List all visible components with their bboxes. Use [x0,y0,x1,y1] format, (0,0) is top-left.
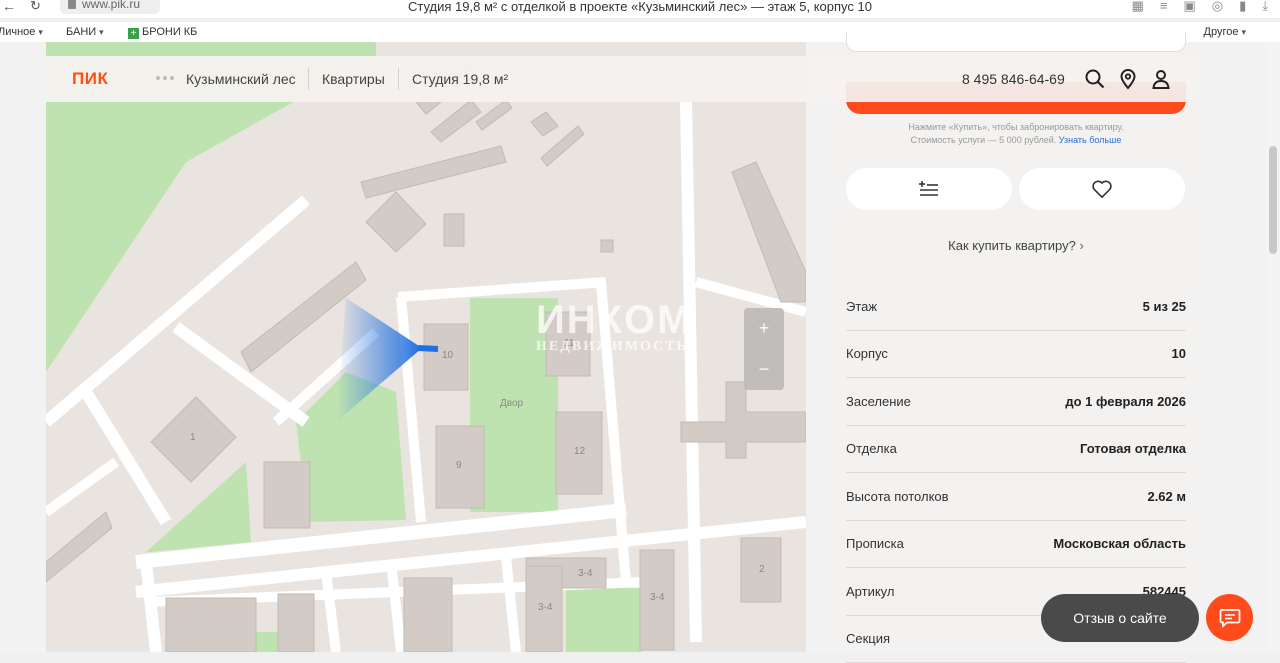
plus-favicon-icon: + [128,28,139,39]
zoom-in-button[interactable]: + [744,308,784,349]
chevron-down-icon: ▾ [99,27,104,37]
building-label-3-4: 3-4 [538,602,552,613]
extensions-icon[interactable]: ▦ [1132,0,1144,14]
panel-top-field [846,32,1186,52]
favorite-button[interactable] [1019,168,1185,210]
bookmark-label: БРОНИ КБ [142,26,197,38]
building-label-2: 2 [759,564,765,575]
spec-label: Отделка [846,441,897,456]
building-label-12: 12 [574,446,585,457]
reading-list-icon[interactable]: ≡ [1160,0,1168,14]
yard-label: Двор [500,398,523,409]
breadcrumb-apartments[interactable]: Квартиры [322,71,385,87]
spec-value: Готовая отделка [1080,441,1186,456]
map[interactable]: 10 9 11 12 1 2 3-4 3-4 3-4 Двор ИНКОМ НЕ… [46,42,806,652]
spec-label: Этаж [846,299,877,314]
spec-row-building: Корпус 10 [846,331,1186,379]
chevron-down-icon: ▾ [1241,27,1246,37]
location-pin-icon[interactable] [1117,68,1139,90]
bookmark-label: Другое [1204,26,1239,38]
phone-number[interactable]: 8 495 846-64-69 [962,71,1065,87]
zoom-controls: + − [744,308,784,390]
page-title: Студия 19,8 м² с отделкой в проекте «Куз… [0,0,1280,14]
service-cost-note: Стоимость услуги — 5 000 рублей. Узнать … [846,135,1186,145]
building-label-10: 10 [442,350,453,361]
downloads-badge-icon[interactable]: ▣ [1183,0,1195,14]
how-to-buy-text: Как купить квартиру? [948,238,1076,253]
zoom-out-button[interactable]: − [744,349,784,390]
chat-icon [1219,608,1241,628]
building-label-3-4: 3-4 [578,568,592,579]
spec-value: 2.62 м [1147,489,1186,504]
pik-logo[interactable]: ПИК [72,69,108,89]
watermark-subtitle: НЕДВИЖИМОСТЬ [536,339,692,355]
bookmark-folder-other[interactable]: Другое▾ [1204,26,1246,38]
bookmark-label: Личное [0,26,35,38]
how-to-buy-link[interactable]: Как купить квартиру? › [846,238,1186,253]
spec-label: Прописка [846,536,904,551]
breadcrumb-divider [308,68,309,90]
spec-row-ceiling: Высота потолков 2.62 м [846,473,1186,521]
bookmark-folder-personal[interactable]: Личное▾ [0,26,43,38]
bookmark-label: БАНИ [66,26,96,38]
building-label-9: 9 [456,460,462,471]
spec-value: до 1 февраля 2026 [1065,394,1186,409]
spec-row-registration: Прописка Московская область [846,521,1186,569]
spec-row-move-in: Заселение до 1 февраля 2026 [846,378,1186,426]
spec-label: Секция [846,631,890,646]
user-icon[interactable] [1150,68,1172,90]
spec-label: Заселение [846,394,911,409]
learn-more-link[interactable]: Узнать больше [1059,135,1122,145]
profile-icon[interactable]: ◎ [1212,0,1223,14]
watermark: ИНКОМ НЕДВИЖИМОСТЬ [536,298,692,355]
bookmark-icon[interactable]: ▮ [1239,0,1246,14]
building-label-3-4: 3-4 [650,592,664,603]
add-to-compare-icon [918,180,940,198]
spec-row-finish: Отделка Готовая отделка [846,426,1186,474]
download-icon[interactable]: ⤓ [1262,0,1268,14]
spec-label: Высота потолков [846,489,949,504]
buy-note: Нажмите «Купить», чтобы забронировать кв… [846,122,1186,132]
chat-button[interactable] [1206,594,1253,641]
heart-icon [1091,179,1113,199]
building-label-1: 1 [190,432,196,443]
breadcrumb-divider [398,68,399,90]
service-cost-text: Стоимость услуги — 5 000 рублей. [911,135,1057,145]
bookmark-folder-bani[interactable]: БАНИ▾ [66,26,104,38]
spec-value: 10 [1172,346,1186,361]
more-dots-icon[interactable] [156,76,174,80]
location-marker [418,348,438,349]
breadcrumb-current: Студия 19,8 м² [412,71,508,87]
scrollbar[interactable] [1266,42,1280,652]
spec-label: Артикул [846,584,894,599]
scrollbar-thumb[interactable] [1269,146,1277,254]
compare-button[interactable] [846,168,1012,210]
search-icon[interactable] [1084,68,1106,90]
chevron-right-icon: › [1080,238,1084,253]
site-header: ПИК Кузьминский лес Квартиры Студия 19,8… [46,56,1198,102]
spec-label: Корпус [846,346,888,361]
bookmark-broni-kb[interactable]: +БРОНИ КБ [128,26,197,39]
spec-value: 5 из 25 [1143,299,1186,314]
page: 10 9 11 12 1 2 3-4 3-4 3-4 Двор ИНКОМ НЕ… [0,42,1280,652]
browser-toolbar: ← ↻ www.pik.ru Студия 19,8 м² с отделкой… [0,0,1280,18]
watermark-title: ИНКОМ [536,298,692,343]
apartment-panel: Нажмите «Купить», чтобы забронировать кв… [834,42,1198,652]
spec-row-floor: Этаж 5 из 25 [846,283,1186,331]
chevron-down-icon: ▾ [38,27,43,37]
browser-icons: ▦ ≡ ▣ ◎ ▮ ⤓ [1132,0,1268,14]
breadcrumb-project[interactable]: Кузьминский лес [186,71,296,87]
spec-value: Московская область [1053,536,1186,551]
feedback-button[interactable]: Отзыв о сайте [1041,594,1199,642]
